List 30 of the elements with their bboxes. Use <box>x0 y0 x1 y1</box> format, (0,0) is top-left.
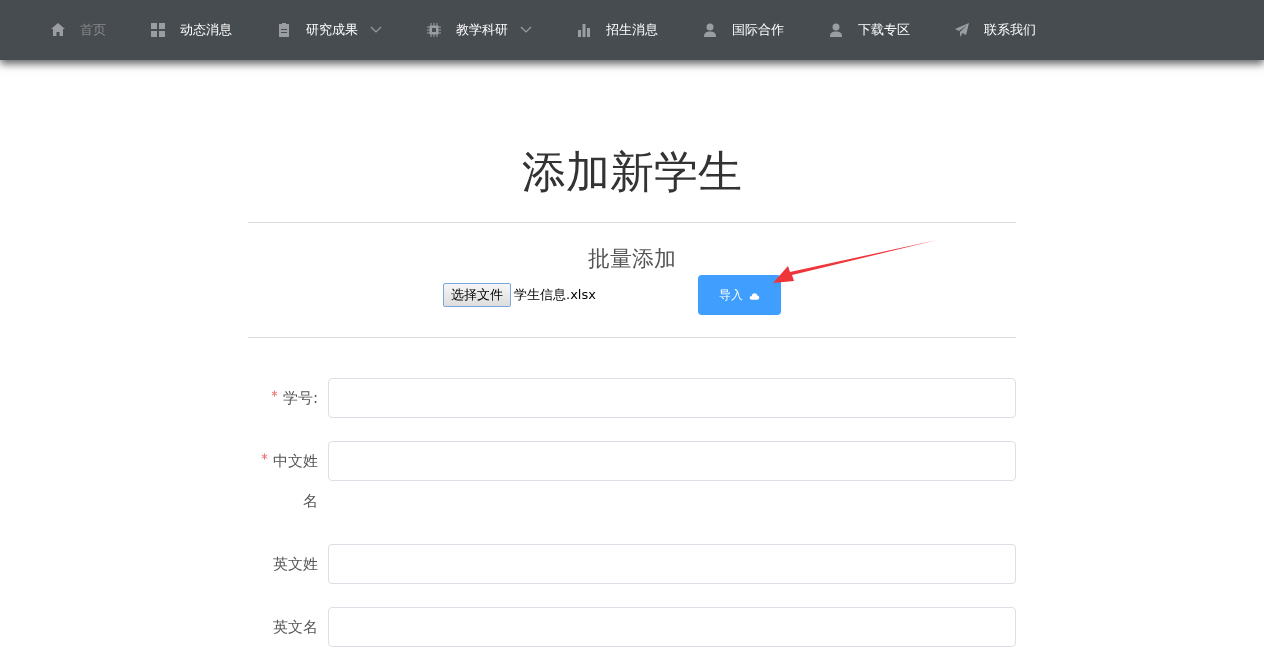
file-name: 学生信息.xlsx <box>514 286 597 304</box>
user-icon <box>702 22 718 38</box>
section-title: 批量添加 <box>588 245 676 273</box>
field-label: 中文姓名 <box>248 441 328 521</box>
cloud-upload-icon <box>749 290 760 300</box>
paper-plane-icon <box>954 22 970 38</box>
input-field[interactable] <box>328 607 1016 647</box>
nav-item[interactable]: 动态消息 <box>150 21 232 39</box>
choose-file-button[interactable]: 选择文件 <box>443 283 511 307</box>
field-label: 学号: <box>248 378 328 418</box>
field-label: 英文名 <box>272 617 319 638</box>
bar-chart-icon <box>576 22 592 38</box>
chip-icon <box>426 22 442 38</box>
nav-item[interactable]: 国际合作 <box>702 21 784 39</box>
nav-item[interactable]: 招生消息 <box>576 21 658 39</box>
nav-item[interactable]: 教学科研 <box>426 21 532 39</box>
input-field[interactable] <box>328 544 1016 584</box>
field-label: 英文姓 <box>272 554 319 575</box>
nav-item[interactable]: 下载专区 <box>828 21 910 39</box>
input-field[interactable] <box>328 378 1016 418</box>
input-field[interactable] <box>328 441 1016 481</box>
required-asterisk-icon <box>270 390 278 397</box>
nav-item[interactable]: 研究成果 <box>276 21 382 39</box>
user-icon <box>828 22 844 38</box>
required-asterisk-icon <box>261 453 268 460</box>
nav-item[interactable]: 联系我们 <box>954 21 1036 39</box>
home-icon <box>50 22 66 38</box>
page-title: 添加新学生 <box>521 145 743 199</box>
grid-icon <box>150 22 166 38</box>
clipboard-icon <box>276 22 292 38</box>
